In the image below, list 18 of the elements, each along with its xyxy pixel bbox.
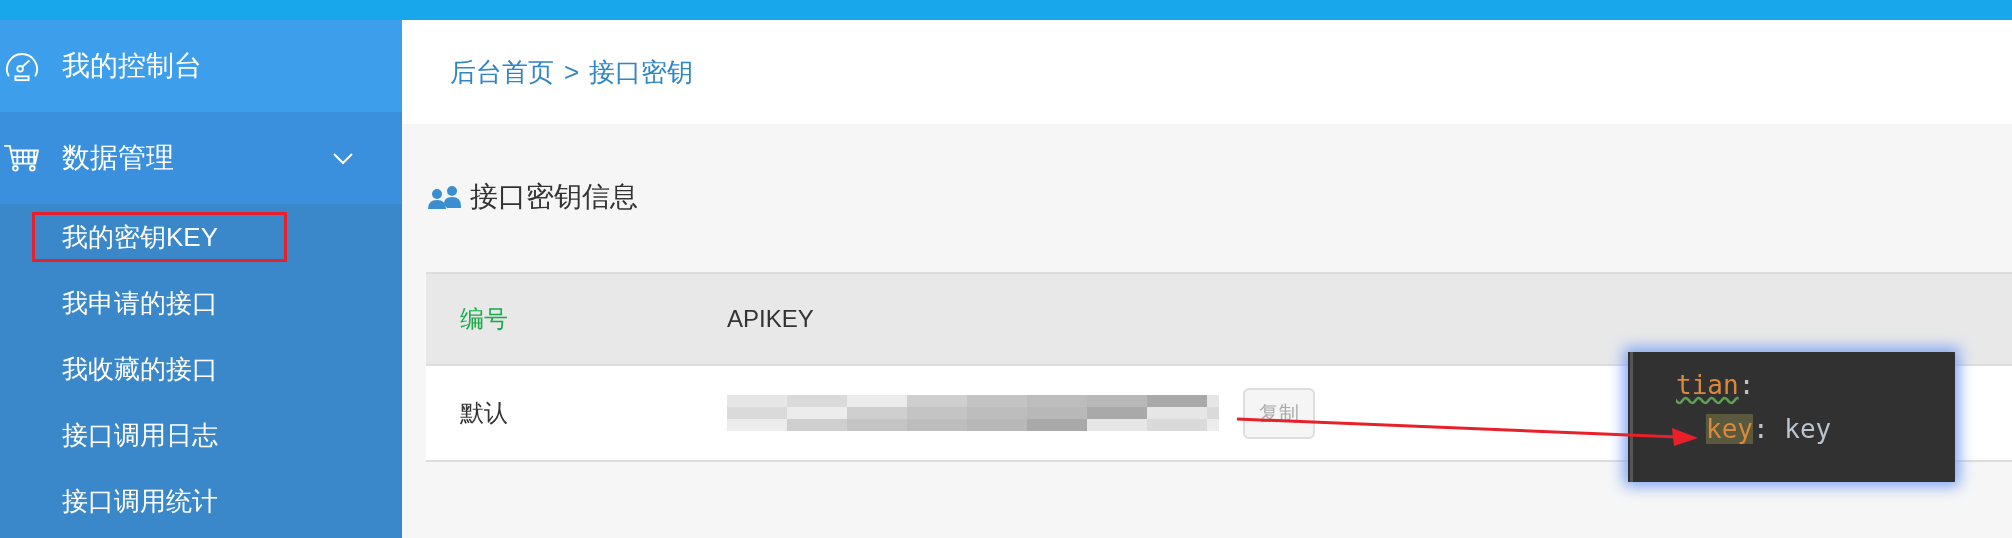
column-header: APIKEY <box>727 305 814 333</box>
submenu-item[interactable]: 我申请的接口 <box>0 270 402 336</box>
section-title: 接口密钥信息 <box>470 180 638 214</box>
submenu-item[interactable]: 接口调用统计 <box>0 468 402 534</box>
column-header: 编号 <box>459 304 509 334</box>
breadcrumb-separator: > <box>564 56 580 88</box>
users-icon <box>428 184 462 210</box>
submenu-item[interactable]: 我的密钥KEY <box>0 204 402 270</box>
sidebar-item[interactable]: 数据管理 <box>0 112 402 204</box>
submenu-item[interactable]: 接口调用日志 <box>0 402 402 468</box>
submenu-item[interactable]: 我收藏的接口 <box>0 336 402 402</box>
code-line: tian: <box>1676 370 1756 400</box>
cart-icon <box>2 143 42 173</box>
table-cell-text: 默认 <box>459 398 509 428</box>
breadcrumb-link[interactable]: 后台首页 <box>450 54 554 90</box>
code-line: key: key <box>1705 414 1832 444</box>
breadcrumb-link[interactable]: 接口密钥 <box>589 54 694 90</box>
sidebar-item[interactable]: 我的控制台 <box>0 20 402 112</box>
